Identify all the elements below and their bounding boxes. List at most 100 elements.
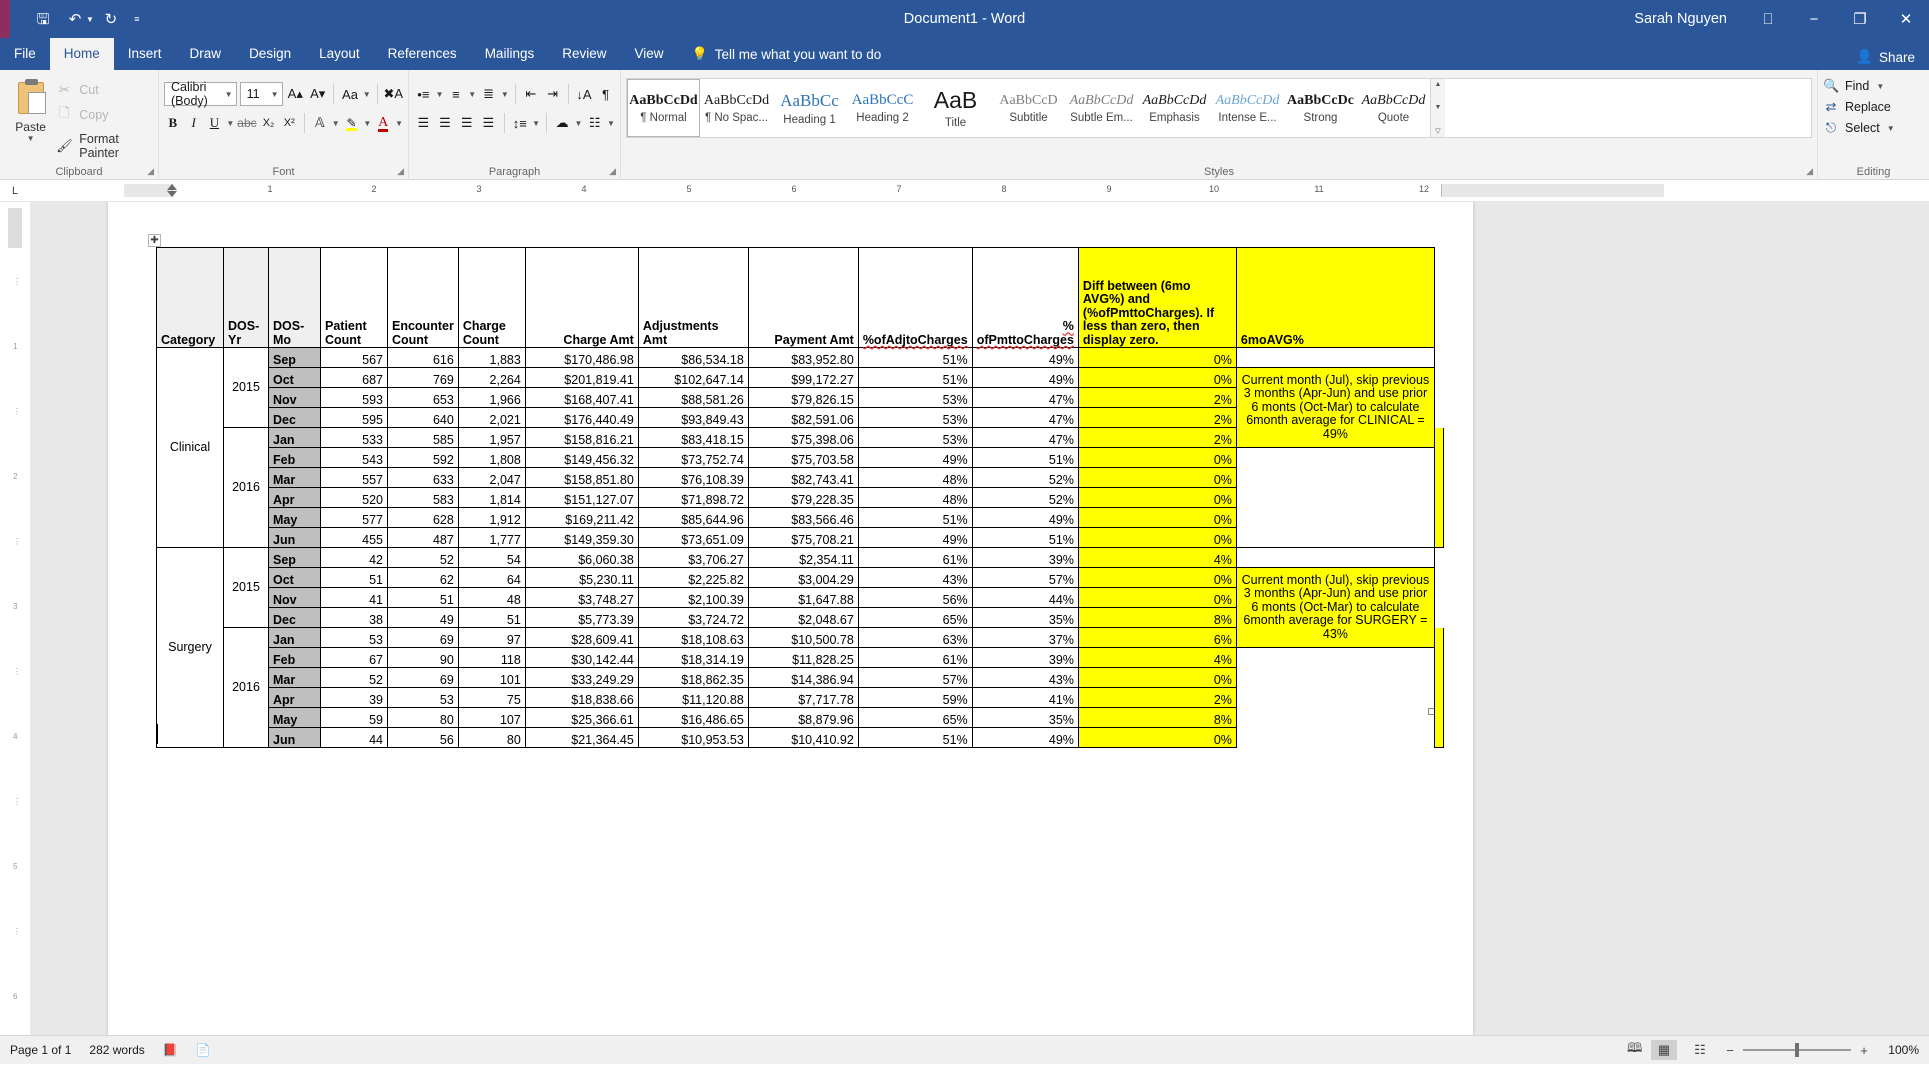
tab-insert[interactable]: Insert	[114, 38, 176, 70]
style-heading-1[interactable]: AaBbCc Heading 1	[773, 79, 846, 137]
bullets-dropdown-icon[interactable]: ▼	[436, 90, 444, 99]
text-effects-icon[interactable]: 𝔸	[311, 111, 329, 135]
table-row[interactable]: Oct 51 62 64 $5,230.11 $2,225.82 $3,004.…	[157, 568, 1444, 588]
style-subtle-emphasis[interactable]: AaBbCcDd Subtle Em...	[1065, 79, 1138, 137]
font-dialog-launcher-icon[interactable]: ◢	[397, 166, 404, 177]
customize-qat-icon[interactable]: ≡	[128, 5, 146, 33]
tab-design[interactable]: Design	[235, 38, 305, 70]
change-case-dropdown-icon[interactable]: ▼	[363, 90, 371, 99]
multilevel-dropdown-icon[interactable]: ▼	[501, 90, 509, 99]
change-case-icon[interactable]: Aa	[340, 82, 359, 106]
style-normal[interactable]: AaBbCcDd ¶ Normal	[627, 79, 700, 137]
tab-view[interactable]: View	[620, 38, 677, 70]
shading-icon[interactable]: ☁	[553, 111, 572, 135]
ribbon-display-options-icon[interactable]: ⎕	[1745, 0, 1791, 38]
tab-file[interactable]: File	[0, 38, 50, 70]
style-intense-emphasis[interactable]: AaBbCcDd Intense E...	[1211, 79, 1284, 137]
zoom-track[interactable]	[1743, 1049, 1851, 1051]
style-title[interactable]: AaB Title	[919, 79, 992, 137]
style-emphasis[interactable]: AaBbCcDd Emphasis	[1138, 79, 1211, 137]
italic-button[interactable]: I	[185, 111, 203, 135]
find-dropdown-icon[interactable]: ▼	[1875, 82, 1885, 91]
borders-dropdown-icon[interactable]: ▼	[607, 119, 615, 128]
table-row[interactable]: Feb 543 592 1,808 $149,456.32 $73,752.74…	[157, 448, 1444, 468]
align-right-icon[interactable]: ☰	[457, 111, 476, 135]
more-styles-icon[interactable]: ▽	[1435, 127, 1440, 135]
clear-formatting-icon[interactable]: ✖A	[383, 82, 403, 106]
shading-dropdown-icon[interactable]: ▼	[574, 119, 582, 128]
bullets-icon[interactable]: •≡	[414, 82, 433, 106]
select-button[interactable]: ⎋ Select ▼	[1823, 120, 1924, 136]
grow-font-icon[interactable]: A▴	[286, 82, 305, 106]
clipboard-dialog-launcher-icon[interactable]: ◢	[147, 166, 154, 177]
style-subtitle[interactable]: AaBbCcD Subtitle	[992, 79, 1065, 137]
table-row[interactable]: Apr 39 53 75 $18,838.66 $11,120.88 $7,71…	[157, 688, 1444, 708]
table-row[interactable]: May 59 80 107 $25,366.61 $16,486.65 $8,8…	[157, 708, 1444, 728]
first-line-indent-marker[interactable]	[167, 184, 177, 190]
font-color-icon[interactable]: A	[374, 111, 392, 135]
share-button[interactable]: 👤 Share	[1856, 49, 1915, 70]
zoom-in-icon[interactable]: +	[1857, 1043, 1871, 1058]
style-heading-2[interactable]: AaBbCcC Heading 2	[846, 79, 919, 137]
financial-summary-table[interactable]: Category DOS-Yr DOS-Mo Patient Count Enc…	[156, 247, 1444, 748]
center-icon[interactable]: ☰	[436, 111, 455, 135]
multilevel-list-icon[interactable]: ≣	[479, 82, 498, 106]
table-row[interactable]: Surgery 2015 Sep 42 52 54 $6,060.38 $3,7…	[157, 548, 1444, 568]
redo-icon[interactable]: ↻	[96, 5, 126, 33]
tab-layout[interactable]: Layout	[305, 38, 374, 70]
table-row[interactable]: Jun 455 487 1,777 $149,359.30 $73,651.09…	[157, 528, 1444, 548]
paste-button[interactable]: Paste ▼	[5, 74, 56, 180]
bold-button[interactable]: B	[164, 111, 182, 135]
sort-icon[interactable]: ↓A	[575, 82, 594, 106]
font-size-dropdown-icon[interactable]: ▼	[271, 90, 279, 99]
show-formatting-marks-icon[interactable]: ¶	[596, 82, 615, 106]
table-row[interactable]: Clinical 2015 Sep 567 616 1,883 $170,486…	[157, 348, 1444, 368]
tell-me-search[interactable]: 💡 Tell me what you want to do	[692, 38, 882, 70]
word-count[interactable]: 282 words	[89, 1043, 144, 1057]
justify-icon[interactable]: ☰	[479, 111, 498, 135]
shrink-font-icon[interactable]: A▾	[308, 82, 327, 106]
hanging-indent-marker[interactable]	[167, 191, 177, 197]
numbering-icon[interactable]: ≡	[447, 82, 466, 106]
table-row[interactable]: Oct 687 769 2,264 $201,819.41 $102,647.1…	[157, 368, 1444, 388]
format-painter-button[interactable]: 🖌 Format Painter	[56, 132, 153, 160]
table-row[interactable]: Feb 67 90 118 $30,142.44 $18,314.19 $11,…	[157, 648, 1444, 668]
font-color-dropdown-icon[interactable]: ▼	[395, 119, 403, 128]
zoom-out-icon[interactable]: −	[1723, 1043, 1737, 1058]
table-row[interactable]: Apr 520 583 1,814 $151,127.07 $71,898.72…	[157, 488, 1444, 508]
styles-dialog-launcher-icon[interactable]: ◢	[1806, 166, 1813, 177]
find-button[interactable]: 🔍 Find ▼	[1823, 78, 1924, 94]
superscript-button[interactable]: X²	[280, 111, 298, 135]
close-icon[interactable]: ✕	[1883, 0, 1929, 38]
maximize-icon[interactable]: ❐	[1837, 0, 1883, 38]
styles-gallery[interactable]: AaBbCcDd ¶ Normal AaBbCcDd ¶ No Spac... …	[626, 78, 1812, 138]
numbering-dropdown-icon[interactable]: ▼	[468, 90, 476, 99]
zoom-thumb[interactable]	[1795, 1043, 1799, 1057]
font-size-input[interactable]: 11 ▼	[240, 82, 283, 106]
print-layout-view-button[interactable]: ▦	[1651, 1040, 1677, 1060]
text-highlight-color-icon[interactable]: ✎	[343, 111, 361, 135]
proofing-icon[interactable]: 📕	[163, 1043, 178, 1057]
copy-button[interactable]: 🗋 Copy	[56, 104, 153, 126]
accessibility-icon[interactable]: 📄	[196, 1043, 211, 1057]
cut-button[interactable]: ✂ Cut	[56, 82, 153, 98]
subscript-button[interactable]: X₂	[260, 111, 278, 135]
decrease-indent-icon[interactable]: ⇤	[522, 82, 541, 106]
zoom-slider[interactable]: − +	[1723, 1043, 1871, 1058]
save-icon[interactable]: 🖫	[28, 5, 58, 33]
table-row[interactable]: May 577 628 1,912 $169,211.42 $85,644.96…	[157, 508, 1444, 528]
line-spacing-icon[interactable]: ↕≡	[510, 111, 529, 135]
scroll-down-icon[interactable]: ▼	[1435, 104, 1442, 111]
align-left-icon[interactable]: ☰	[414, 111, 433, 135]
increase-indent-icon[interactable]: ⇥	[543, 82, 562, 106]
document-page[interactable]: ✚ Category DOS-Yr DOS-Mo Patient Count E…	[108, 202, 1473, 1035]
minimize-icon[interactable]: −	[1791, 0, 1837, 38]
underline-button[interactable]: U	[206, 111, 224, 135]
tab-references[interactable]: References	[374, 38, 471, 70]
font-name-dropdown-icon[interactable]: ▼	[225, 90, 233, 99]
zoom-level[interactable]: 100%	[1881, 1043, 1919, 1057]
tab-draw[interactable]: Draw	[176, 38, 236, 70]
table-move-handle[interactable]: ✚	[148, 234, 161, 247]
style-quote[interactable]: AaBbCcDd Quote	[1357, 79, 1430, 137]
line-spacing-dropdown-icon[interactable]: ▼	[532, 119, 540, 128]
